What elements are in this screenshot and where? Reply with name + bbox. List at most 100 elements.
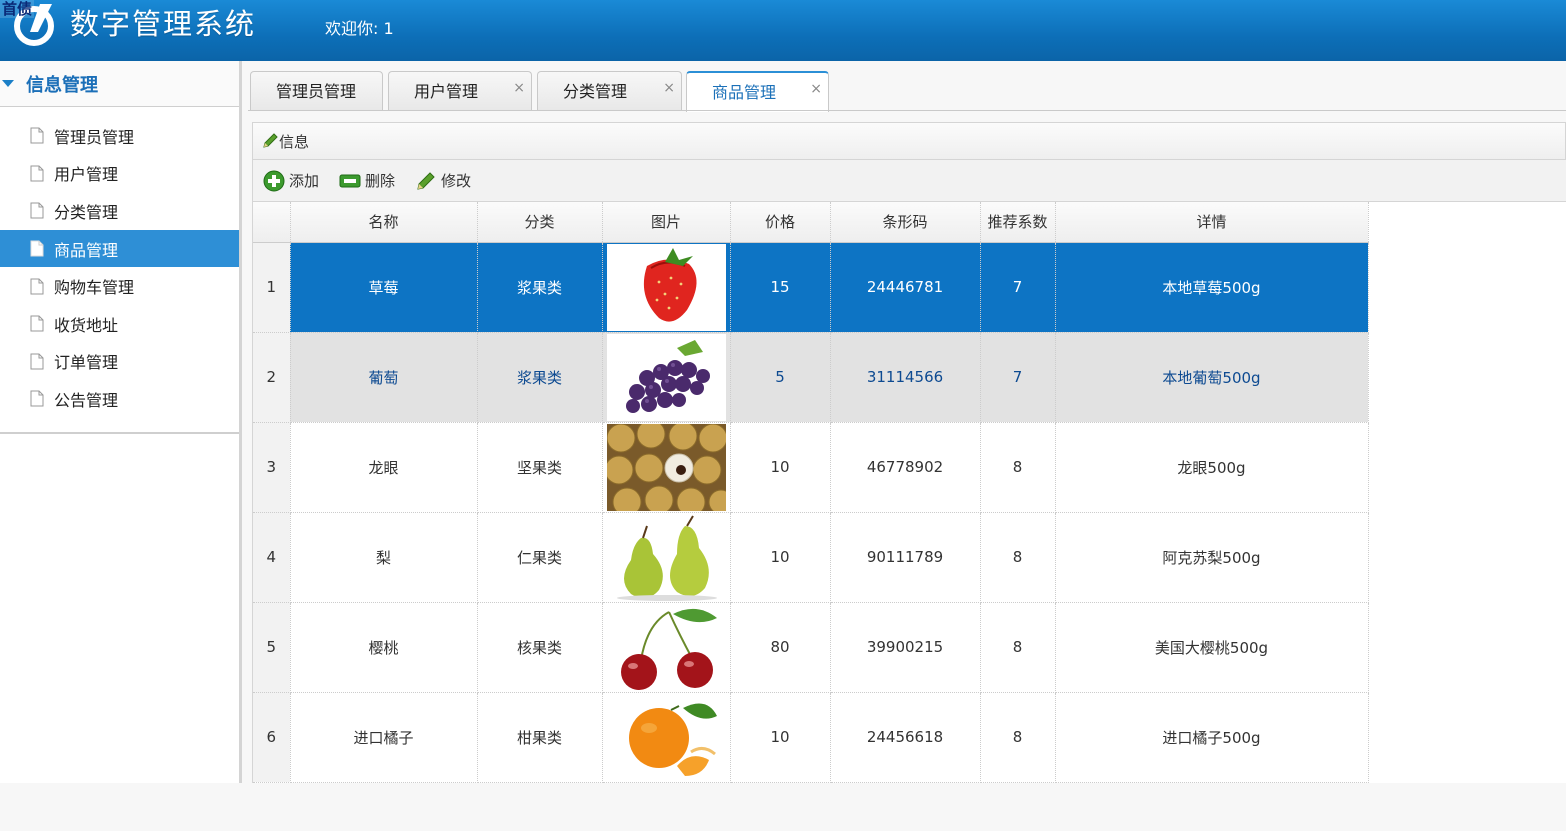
file-icon — [30, 127, 44, 144]
cell-barcode: 46778902 — [830, 422, 981, 513]
longan-image — [606, 423, 726, 511]
cell-barcode: 31114566 — [830, 332, 981, 423]
sidebar-item-cart[interactable]: 购物车管理 — [0, 267, 239, 305]
cell-image — [602, 692, 731, 783]
cell-price: 15 — [730, 242, 831, 333]
cell-price: 5 — [730, 332, 831, 423]
close-icon[interactable]: × — [663, 80, 675, 96]
cherry-image — [606, 603, 726, 691]
bottom-area — [0, 783, 1566, 831]
cell-category: 仁果类 — [477, 512, 603, 603]
sidebar-item-category[interactable]: 分类管理 — [0, 192, 239, 230]
delete-label: 删除 — [365, 172, 396, 190]
file-icon — [30, 165, 44, 182]
cell-score: 8 — [980, 692, 1056, 783]
cell-image — [602, 242, 731, 333]
sidebar-item-label: 管理员管理 — [54, 127, 135, 147]
sidebar-menu: 管理员管理 用户管理 分类管理 商品管理 购物车管理 收货地址 订单管理 公告管… — [0, 107, 239, 418]
column-header[interactable]: 价格 — [730, 202, 831, 243]
cell-barcode: 39900215 — [830, 602, 981, 693]
cell-detail: 龙眼500g — [1055, 422, 1369, 513]
cell-score: 8 — [980, 422, 1056, 513]
add-icon — [263, 170, 285, 191]
row-number: 2 — [253, 332, 291, 423]
table-row[interactable]: 3 龙眼 坚果类 10 46778902 8 龙眼500g — [253, 422, 1369, 513]
cell-category: 浆果类 — [477, 242, 603, 333]
cell-name: 龙眼 — [290, 422, 478, 513]
cell-detail: 美国大樱桃500g — [1055, 602, 1369, 693]
header-rownumber — [253, 202, 291, 243]
cell-category: 核果类 — [477, 602, 603, 693]
tab-label: 用户管理 — [414, 82, 479, 101]
file-icon — [30, 202, 44, 219]
tab-label: 分类管理 — [563, 82, 628, 101]
tab-category[interactable]: 分类管理 × — [537, 71, 682, 111]
close-icon[interactable]: × — [810, 81, 822, 97]
row-number: 6 — [253, 692, 291, 783]
strawberry-image — [606, 243, 726, 331]
product-table: 名称 分类 图片 价格 条形码 推荐系数 详情 1 草莓 浆果类 15 2444… — [253, 202, 1369, 783]
sidebar-item-notice[interactable]: 公告管理 — [0, 380, 239, 418]
sidebar-item-user[interactable]: 用户管理 — [0, 155, 239, 193]
row-number: 5 — [253, 602, 291, 693]
cell-category: 柑果类 — [477, 692, 603, 783]
file-icon — [30, 315, 44, 332]
grapes-image — [606, 333, 726, 421]
sidebar-item-order[interactable]: 订单管理 — [0, 343, 239, 381]
sidebar-section-title: 信息管理 — [26, 74, 98, 96]
tab-label: 商品管理 — [712, 83, 777, 102]
pencil-icon — [263, 133, 278, 148]
cell-category: 坚果类 — [477, 422, 603, 513]
edit-label: 修改 — [441, 172, 472, 190]
cell-score: 7 — [980, 242, 1056, 333]
sidebar-item-admin[interactable]: 管理员管理 — [0, 117, 239, 155]
edit-button[interactable]: 修改 — [415, 170, 471, 191]
table-header-row: 名称 分类 图片 价格 条形码 推荐系数 详情 — [253, 202, 1369, 243]
column-header[interactable]: 图片 — [602, 202, 731, 243]
close-icon[interactable]: × — [513, 80, 525, 96]
column-header[interactable]: 详情 — [1055, 202, 1369, 243]
app-title: 数字管理系统 — [70, 7, 257, 41]
sidebar-item-product[interactable]: 商品管理 — [0, 229, 239, 268]
cell-name: 草莓 — [290, 242, 478, 333]
table-row[interactable]: 4 梨 仁果类 10 90111789 8 阿克苏梨500g — [253, 512, 1369, 603]
top-header: 首债 数字管理系统 欢迎你: 1 — [0, 0, 1566, 61]
cell-price: 10 — [730, 692, 831, 783]
corner-label: 首债 — [0, 0, 35, 18]
tab-product[interactable]: 商品管理 × — [686, 71, 829, 112]
column-header[interactable]: 条形码 — [830, 202, 981, 243]
panel-title: 信息 — [279, 132, 310, 151]
row-number: 4 — [253, 512, 291, 603]
sidebar-item-address[interactable]: 收货地址 — [0, 305, 239, 343]
pencil-icon — [417, 171, 435, 190]
table-row[interactable]: 6 进口橘子 柑果类 10 24456618 8 进口橘子500g — [253, 692, 1369, 783]
table-row[interactable]: 2 葡萄 浆果类 5 31114566 7 本地葡萄500g — [253, 332, 1369, 423]
row-number: 3 — [253, 422, 291, 513]
cell-name: 梨 — [290, 512, 478, 603]
tab-underline — [248, 110, 1566, 111]
sidebar-item-label: 商品管理 — [54, 240, 119, 260]
tab-user[interactable]: 用户管理 × — [388, 71, 532, 111]
column-header[interactable]: 推荐系数 — [980, 202, 1056, 243]
column-header[interactable]: 分类 — [477, 202, 603, 243]
cell-image — [602, 332, 731, 423]
cell-barcode: 24446781 — [830, 242, 981, 333]
sidebar-section-header[interactable]: 信息管理 — [0, 61, 239, 107]
pear-image — [606, 513, 726, 601]
file-icon — [30, 390, 44, 407]
tab-admin[interactable]: 管理员管理 — [250, 71, 383, 111]
add-button[interactable]: 添加 — [263, 170, 319, 192]
sidebar-item-label: 用户管理 — [54, 165, 119, 185]
cell-detail: 本地草莓500g — [1055, 242, 1369, 333]
table-row[interactable]: 1 草莓 浆果类 15 24446781 7 本地草莓500g — [253, 242, 1369, 333]
sidebar: 信息管理 管理员管理 用户管理 分类管理 商品管理 购物车管理 收货地址 订单管… — [0, 61, 242, 783]
row-number: 1 — [253, 242, 291, 333]
cell-price: 10 — [730, 422, 831, 513]
minus-icon — [339, 174, 361, 187]
welcome-text: 欢迎你: 1 — [325, 19, 394, 38]
sidebar-item-label: 公告管理 — [54, 390, 119, 410]
column-header[interactable]: 名称 — [290, 202, 478, 243]
cell-image — [602, 512, 731, 603]
delete-button[interactable]: 删除 — [339, 170, 395, 191]
table-row[interactable]: 5 樱桃 核果类 80 39900215 8 美国大樱桃500g — [253, 602, 1369, 693]
